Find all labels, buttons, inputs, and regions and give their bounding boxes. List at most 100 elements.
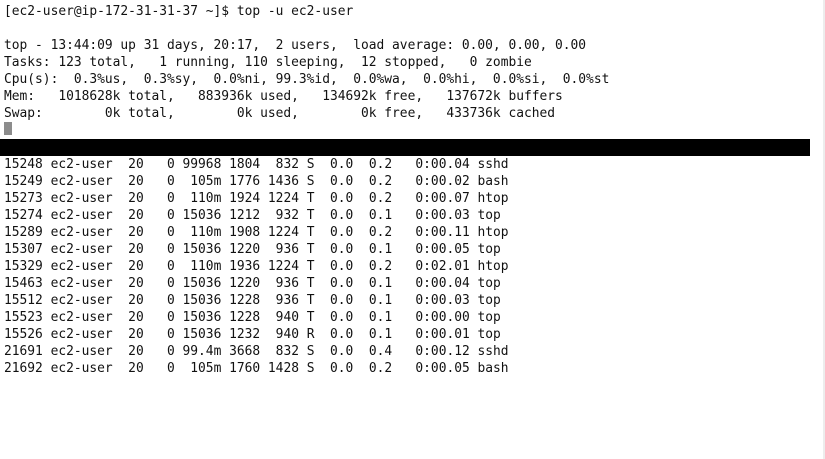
cell-user: ec2-user	[42, 344, 121, 359]
cell-mem: 0.2	[353, 157, 393, 172]
cell-virt: 99.4m	[174, 344, 222, 359]
cell-pr: 20	[120, 310, 144, 325]
cell-time: 0:00.04	[392, 157, 470, 172]
cell-user: ec2-user	[42, 242, 121, 257]
cell-command: top	[469, 242, 532, 257]
memory-summary: Mem: 1018628k total, 883936k used, 13469…	[4, 89, 563, 104]
cell-s: S	[298, 157, 315, 172]
cell-res: 1924	[221, 191, 261, 206]
cell-cpu: 0.0	[314, 242, 354, 257]
table-row: 15249 ec2-user 20 0 105m 1776 1436 S 0.0…	[4, 173, 532, 190]
cell-res: 1760	[221, 361, 261, 376]
terminal-window[interactable]: [ec2-user@ip-172-31-31-37 ~]$ top -u ec2…	[0, 0, 825, 459]
cell-s: T	[298, 225, 315, 240]
cell-res: 1908	[221, 225, 261, 240]
cell-pr: 20	[120, 191, 144, 206]
cell-cpu: 0.0	[314, 174, 354, 189]
table-row: 15523 ec2-user 20 0 15036 1228 940 T 0.0…	[4, 309, 532, 326]
cell-command: htop	[469, 225, 532, 240]
cell-time: 0:00.01	[392, 327, 470, 342]
cpu-summary: Cpu(s): 0.3%us, 0.3%sy, 0.0%ni, 99.3%id,…	[4, 72, 610, 87]
cell-command: top	[469, 276, 532, 291]
swap-summary: Swap: 0k total, 0k used, 0k free, 433736…	[4, 106, 556, 121]
cell-pr: 20	[120, 174, 144, 189]
table-row: 21692 ec2-user 20 0 105m 1760 1428 S 0.0…	[4, 360, 532, 377]
cell-command: bash	[469, 361, 532, 376]
table-row: 15526 ec2-user 20 0 15036 1232 940 R 0.0…	[4, 326, 532, 343]
cell-time: 0:00.11	[392, 225, 470, 240]
cell-shr: 1224	[260, 191, 299, 206]
cell-s: T	[298, 310, 315, 325]
cell-cpu: 0.0	[314, 327, 354, 342]
cell-cpu: 0.0	[314, 361, 354, 376]
cell-shr: 1428	[260, 361, 299, 376]
cell-virt: 105m	[174, 361, 222, 376]
table-row: 15307 ec2-user 20 0 15036 1220 936 T 0.0…	[4, 241, 532, 258]
cell-time: 0:00.05	[392, 361, 470, 376]
cell-virt: 105m	[174, 174, 222, 189]
cell-user: ec2-user	[42, 174, 121, 189]
cell-mem: 0.2	[353, 225, 393, 240]
cell-cpu: 0.0	[314, 259, 354, 274]
process-table: 15248 ec2-user 20 0 99968 1804 832 S 0.0…	[4, 156, 532, 377]
cell-res: 1776	[221, 174, 261, 189]
cell-pr: 20	[120, 276, 144, 291]
cell-time: 0:00.03	[392, 293, 470, 308]
cell-command: bash	[469, 174, 532, 189]
cell-ni: 0	[143, 225, 175, 240]
cell-pid: 15248	[4, 157, 43, 172]
uptime-summary: top - 13:44:09 up 31 days, 20:17, 2 user…	[4, 38, 587, 53]
cell-command: sshd	[469, 344, 532, 359]
cell-command: top	[469, 327, 532, 342]
cell-shr: 832	[260, 344, 299, 359]
cell-ni: 0	[143, 191, 175, 206]
cell-command: htop	[469, 259, 532, 274]
cell-ni: 0	[143, 293, 175, 308]
cell-res: 1220	[221, 242, 261, 257]
cell-s: T	[298, 208, 315, 223]
cell-pid: 15512	[4, 293, 43, 308]
cell-virt: 99968	[174, 157, 222, 172]
cell-user: ec2-user	[42, 191, 121, 206]
cell-virt: 15036	[174, 242, 222, 257]
cell-res: 1220	[221, 276, 261, 291]
cell-res: 1936	[221, 259, 261, 274]
cell-ni: 0	[143, 157, 175, 172]
cell-shr: 940	[260, 327, 299, 342]
cell-mem: 0.1	[353, 310, 393, 325]
cell-time: 0:00.03	[392, 208, 470, 223]
cell-time: 0:00.04	[392, 276, 470, 291]
table-row: 21691 ec2-user 20 0 99.4m 3668 832 S 0.0…	[4, 343, 532, 360]
cell-mem: 0.2	[353, 191, 393, 206]
cell-cpu: 0.0	[314, 208, 354, 223]
cell-pr: 20	[120, 242, 144, 257]
cell-user: ec2-user	[42, 361, 121, 376]
cell-res: 1228	[221, 293, 261, 308]
cell-cpu: 0.0	[314, 276, 354, 291]
cell-mem: 0.2	[353, 259, 393, 274]
cell-shr: 936	[260, 276, 299, 291]
terminal-cursor	[4, 122, 12, 135]
cell-cpu: 0.0	[314, 225, 354, 240]
cell-user: ec2-user	[42, 259, 121, 274]
cell-s: T	[298, 293, 315, 308]
cell-ni: 0	[143, 259, 175, 274]
cell-mem: 0.1	[353, 327, 393, 342]
cell-command: top	[469, 310, 532, 325]
cell-cpu: 0.0	[314, 344, 354, 359]
cell-shr: 936	[260, 242, 299, 257]
cell-ni: 0	[143, 344, 175, 359]
cell-pid: 15273	[4, 191, 43, 206]
cell-pid: 21691	[4, 344, 43, 359]
cell-pid: 15526	[4, 327, 43, 342]
cell-virt: 110m	[174, 225, 222, 240]
cell-shr: 1436	[260, 174, 299, 189]
cell-time: 0:00.07	[392, 191, 470, 206]
cell-res: 1804	[221, 157, 261, 172]
cell-mem: 0.4	[353, 344, 393, 359]
cell-pid: 15289	[4, 225, 43, 240]
cell-pid: 21692	[4, 361, 43, 376]
cell-mem: 0.2	[353, 174, 393, 189]
cell-virt: 15036	[174, 327, 222, 342]
cell-command: top	[469, 293, 532, 308]
